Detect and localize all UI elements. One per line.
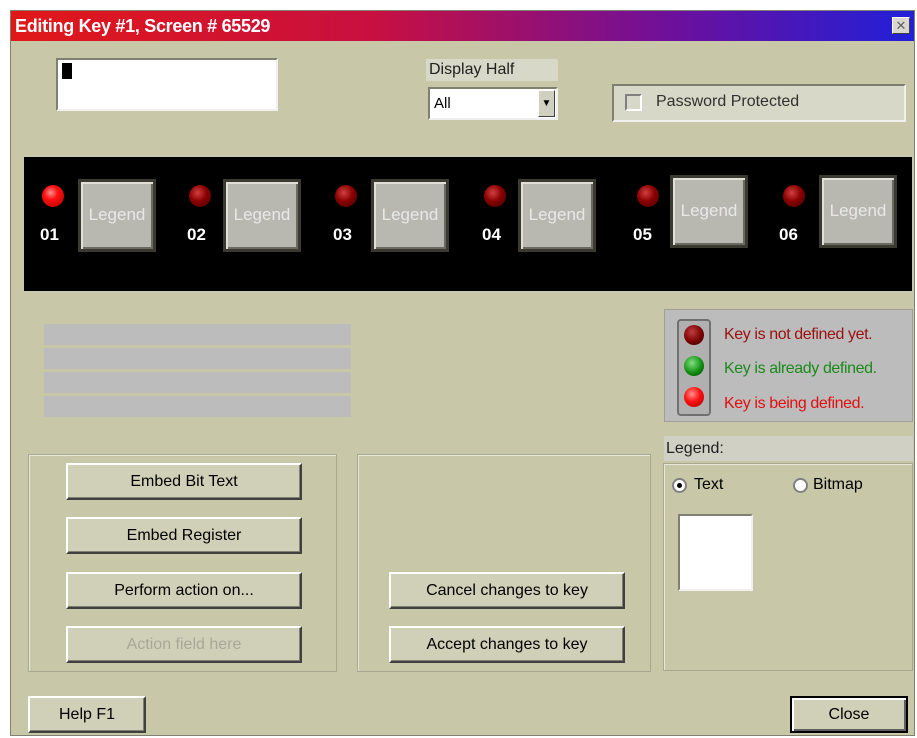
password-protected-checkbox[interactable] bbox=[625, 94, 642, 111]
help-button[interactable]: Help F1 bbox=[28, 696, 146, 733]
legend-preview-box[interactable] bbox=[678, 514, 753, 591]
key-number: 02 bbox=[187, 225, 206, 244]
text-radio-label[interactable]: Text bbox=[694, 476, 723, 494]
key-number: 06 bbox=[779, 225, 798, 244]
led-icon bbox=[637, 185, 659, 207]
close-button[interactable]: Close bbox=[790, 696, 908, 733]
led-icon bbox=[189, 185, 211, 207]
key-text-field[interactable] bbox=[56, 58, 278, 111]
password-protected-group: Password Protected bbox=[612, 84, 906, 122]
status-not-defined-text: Key is not defined yet. bbox=[724, 326, 873, 343]
password-protected-label: Password Protected bbox=[656, 93, 800, 110]
key-legend-button[interactable]: Legend bbox=[518, 179, 596, 252]
key-legend-button[interactable]: Legend bbox=[223, 179, 301, 252]
key-number: 04 bbox=[482, 225, 501, 244]
key-status-legend: Key is not defined yet. Key is already d… bbox=[664, 309, 913, 422]
gray-bar bbox=[44, 324, 351, 345]
red-light-icon bbox=[684, 387, 704, 407]
dark-red-light-icon bbox=[684, 325, 704, 345]
key-legend-button[interactable]: Legend bbox=[371, 179, 449, 252]
traffic-light-icon bbox=[677, 319, 711, 416]
display-half-value: All bbox=[434, 95, 451, 112]
editing-key-dialog: Editing Key #1, Screen # 65529 ✕ Display… bbox=[10, 10, 915, 736]
chevron-down-icon[interactable]: ▼ bbox=[538, 90, 555, 117]
bitmap-radio[interactable] bbox=[793, 478, 808, 493]
title-bar[interactable]: Editing Key #1, Screen # 65529 ✕ bbox=[11, 11, 914, 41]
gray-bar bbox=[44, 396, 351, 417]
bitmap-radio-label[interactable]: Bitmap bbox=[813, 476, 863, 494]
key-number: 05 bbox=[633, 225, 652, 244]
text-radio[interactable] bbox=[672, 478, 687, 493]
key-legend-button[interactable]: Legend bbox=[819, 175, 897, 248]
key-legend-button[interactable]: Legend bbox=[78, 179, 156, 252]
key-number: 03 bbox=[333, 225, 352, 244]
status-already-defined-text: Key is already defined. bbox=[724, 360, 877, 377]
gray-bar bbox=[44, 348, 351, 369]
key-strip: 01 Legend 02 Legend 03 Legend 04 Legend … bbox=[24, 157, 912, 291]
status-being-defined-text: Key is being defined. bbox=[724, 395, 865, 412]
led-icon bbox=[484, 185, 506, 207]
led-icon bbox=[783, 185, 805, 207]
action-field-button: Action field here bbox=[66, 626, 302, 663]
display-half-label: Display Half bbox=[426, 59, 558, 81]
window-title: Editing Key #1, Screen # 65529 bbox=[15, 16, 271, 36]
legend-label: Legend: bbox=[664, 436, 913, 461]
led-icon bbox=[42, 185, 64, 207]
display-half-select[interactable]: All ▼ bbox=[428, 87, 558, 120]
led-icon bbox=[335, 185, 357, 207]
embed-register-button[interactable]: Embed Register bbox=[66, 517, 302, 554]
close-icon[interactable]: ✕ bbox=[892, 17, 910, 34]
key-legend-button[interactable]: Legend bbox=[670, 175, 748, 248]
embed-bit-text-button[interactable]: Embed Bit Text bbox=[66, 463, 302, 500]
key-number: 01 bbox=[40, 225, 59, 244]
cancel-changes-button[interactable]: Cancel changes to key bbox=[389, 572, 625, 609]
green-light-icon bbox=[684, 356, 704, 376]
perform-action-button[interactable]: Perform action on... bbox=[66, 572, 302, 609]
gray-bar bbox=[44, 372, 351, 393]
text-caret bbox=[62, 63, 72, 79]
accept-changes-button[interactable]: Accept changes to key bbox=[389, 626, 625, 663]
